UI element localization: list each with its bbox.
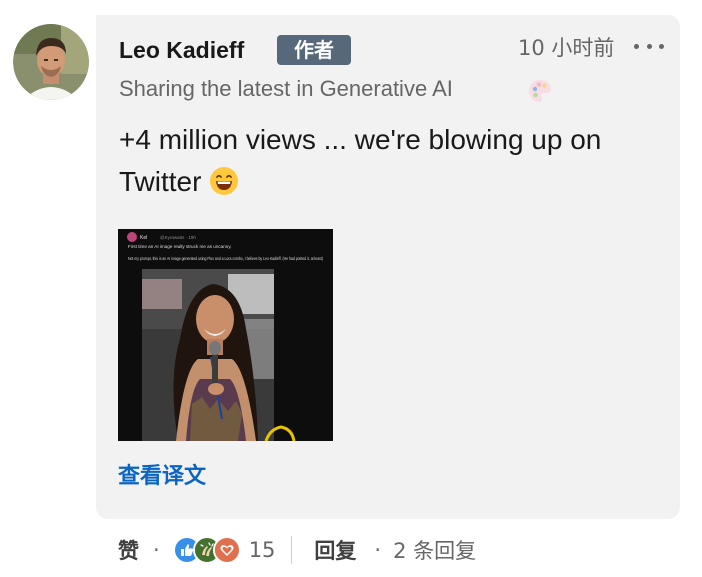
like-button[interactable]: 赞 [118, 535, 139, 565]
translate-link[interactable]: 查看译文 [118, 462, 206, 492]
author-headline: Sharing the latest in Generative AI [119, 76, 453, 101]
author-avatar[interactable] [13, 24, 89, 100]
author-name[interactable]: Leo Kadieff [119, 36, 244, 64]
reply-count-link[interactable]: 2 条回复 [393, 535, 476, 565]
reactions-summary[interactable] [172, 536, 241, 564]
grinning-face-icon [210, 167, 239, 195]
reaction-count[interactable]: 15 [249, 538, 276, 562]
love-reaction-icon [212, 536, 241, 564]
tweet-screenshot: Kel @Kyrawatts · 19h First time an AI im… [118, 229, 333, 441]
tweet-avatar [127, 232, 137, 242]
attached-image[interactable]: Kel @Kyrawatts · 19h First time an AI im… [118, 229, 333, 441]
comment-body: +4 million views ... we're blowing up on… [119, 124, 602, 197]
tweet-line1: First time an AI image really struck me … [128, 244, 232, 249]
reply-button[interactable]: 回复 [314, 535, 356, 565]
more-options-icon[interactable] [634, 36, 664, 56]
action-divider [291, 536, 293, 564]
comment-text: +4 million views ... we're blowing up on… [119, 119, 659, 203]
author-badge: 作者 [277, 35, 351, 65]
tweet-line2: Not my prompt, this is an AI image gener… [128, 256, 323, 261]
palette-icon [529, 80, 551, 102]
comment-actions: 赞 · 15 回复 · 2 条回复 [118, 533, 476, 567]
separator-dot: · [153, 538, 160, 562]
comment-timestamp: 10 小时前 [518, 36, 615, 60]
separator-dot: · [374, 538, 382, 562]
tweet-author: Kel [140, 235, 147, 241]
tweet-handle: @Kyrawatts · 19h [160, 235, 196, 240]
avatar-photo [13, 24, 89, 100]
